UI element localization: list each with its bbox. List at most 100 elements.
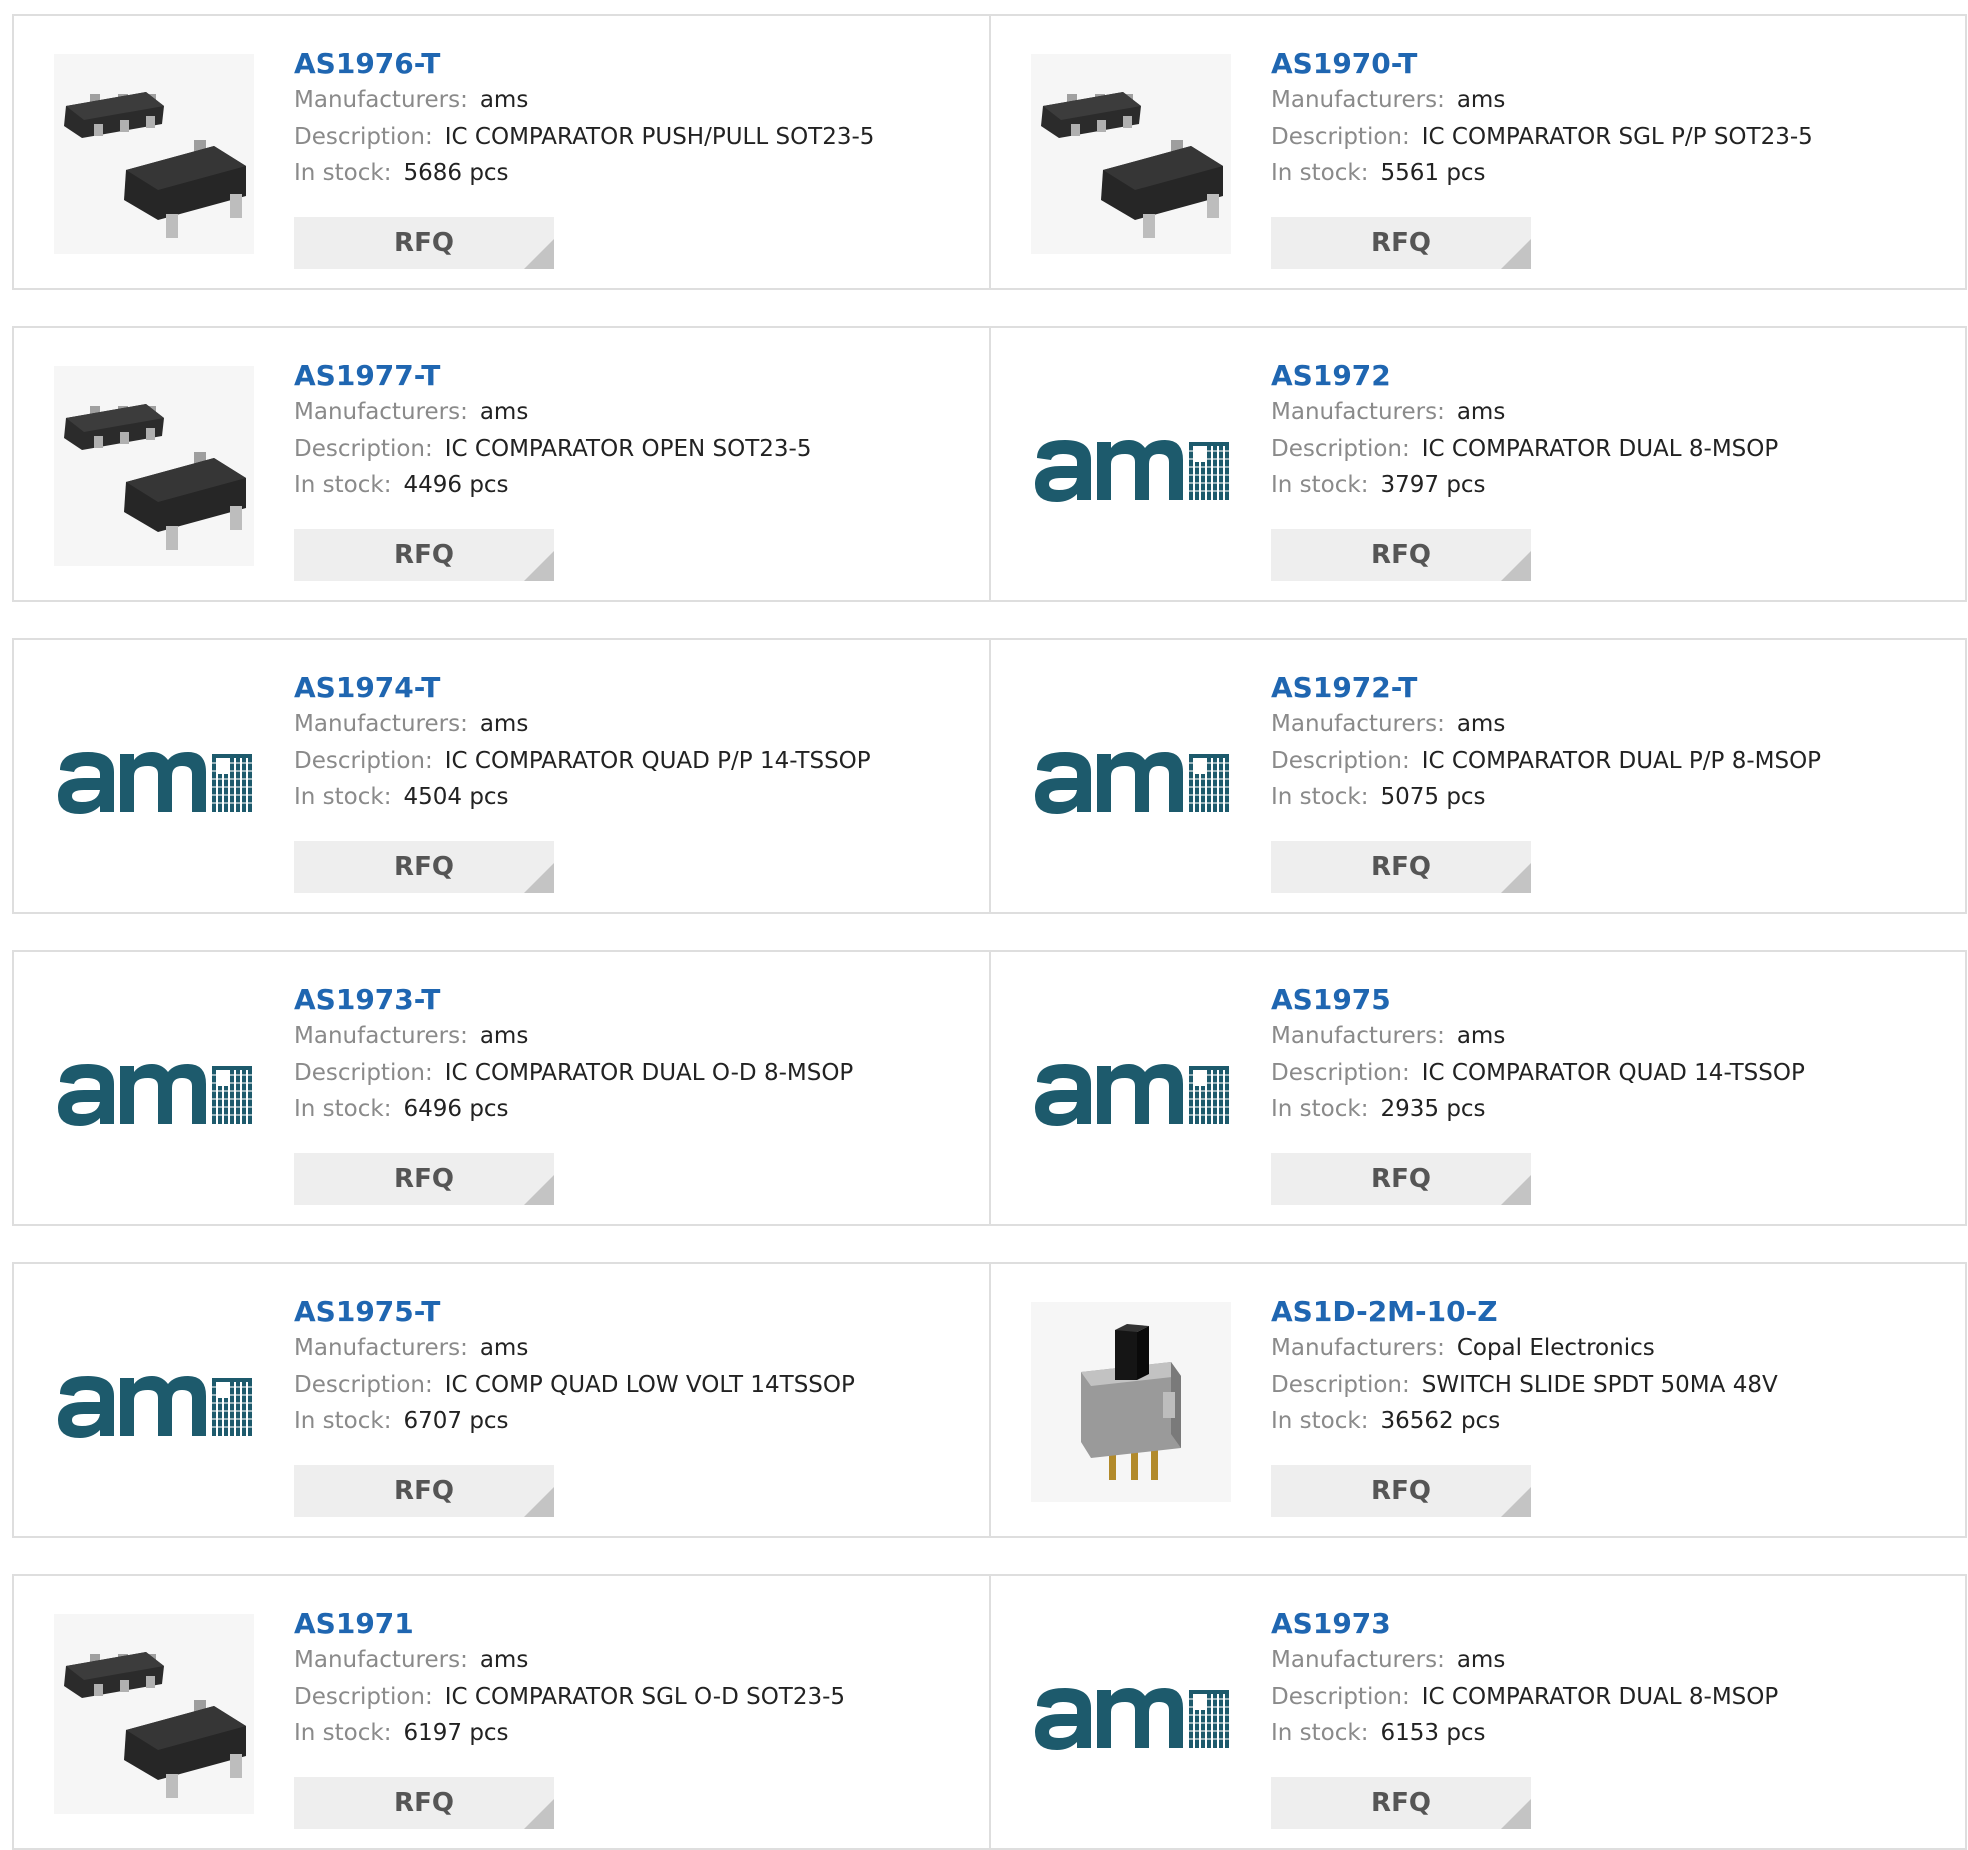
rfq-button[interactable]: RFQ	[294, 1153, 554, 1205]
manufacturer-value: ams	[479, 87, 529, 113]
manufacturer-value: ams	[1456, 711, 1506, 737]
manufacturer-row: Manufacturers: ams	[294, 1330, 979, 1367]
sot23-package-icon	[54, 54, 254, 254]
sot23-package-icon	[54, 366, 254, 566]
stock-value: 3797 pcs	[1380, 472, 1486, 498]
description-row: Description: IC COMPARATOR DUAL 8-MSOP	[1271, 431, 1955, 468]
product-card: AS1977-T Manufacturers: ams Description: I…	[12, 326, 991, 602]
part-number-link[interactable]: AS1970-T	[1271, 46, 1955, 82]
description-row: Description: IC COMPARATOR QUAD P/P 14-TS…	[294, 743, 979, 780]
manufacturer-value: ams	[479, 1023, 529, 1049]
slide-switch-icon	[1031, 1302, 1231, 1502]
part-number-link[interactable]: AS1973	[1271, 1606, 1955, 1642]
manufacturer-row: Manufacturers: ams	[1271, 1642, 1955, 1679]
manufacturer-value: ams	[1456, 1647, 1506, 1673]
rfq-button[interactable]: RFQ	[1271, 1153, 1531, 1205]
description-row: Description: IC COMPARATOR OPEN SOT23-5	[294, 431, 979, 468]
manufacturer-value: ams	[1456, 399, 1506, 425]
stock-label: In stock:	[1271, 1096, 1369, 1122]
product-image[interactable]	[1031, 366, 1231, 566]
part-number-link[interactable]: AS1975-T	[294, 1294, 979, 1330]
part-number-link[interactable]: AS1972	[1271, 358, 1955, 394]
rfq-label: RFQ	[394, 228, 454, 258]
product-image[interactable]	[54, 990, 254, 1190]
part-number-link[interactable]: AS1972-T	[1271, 670, 1955, 706]
manufacturer-value: ams	[479, 711, 529, 737]
product-image[interactable]	[1031, 1614, 1231, 1814]
description-value: IC COMPARATOR PUSH/PULL SOT23-5	[444, 123, 875, 150]
product-card: AS1D-2M-10-Z Manufacturers: Copal Electro…	[989, 1262, 1967, 1538]
description-value: IC COMPARATOR DUAL P/P 8-MSOP	[1421, 747, 1822, 774]
part-number-link[interactable]: AS1D-2M-10-Z	[1271, 1294, 1955, 1330]
stock-label: In stock:	[294, 160, 392, 186]
rfq-button[interactable]: RFQ	[1271, 841, 1531, 893]
sot23-package-icon	[54, 1614, 254, 1814]
stock-label: In stock:	[1271, 784, 1369, 810]
manufacturer-label: Manufacturers:	[294, 1647, 468, 1673]
corner-triangle-icon	[524, 551, 554, 581]
rfq-button[interactable]: RFQ	[294, 1777, 554, 1829]
manufacturer-label: Manufacturers:	[294, 711, 468, 737]
rfq-button[interactable]: RFQ	[1271, 217, 1531, 269]
stock-value: 6197 pcs	[403, 1720, 509, 1746]
product-image[interactable]	[54, 1614, 254, 1814]
stock-row: In stock: 4504 pcs	[294, 779, 979, 816]
description-row: Description: SWITCH SLIDE SPDT 50MA 48V	[1271, 1367, 1955, 1404]
product-info: AS1976-T Manufacturers: ams Description: I…	[294, 46, 979, 192]
product-image[interactable]	[54, 366, 254, 566]
stock-label: In stock:	[294, 1720, 392, 1746]
description-value: IC COMPARATOR SGL O-D SOT23-5	[444, 1683, 846, 1710]
manufacturer-label: Manufacturers:	[294, 87, 468, 113]
rfq-button[interactable]: RFQ	[1271, 1777, 1531, 1829]
product-info: AS1973 Manufacturers: ams Description: IC …	[1271, 1606, 1955, 1752]
product-card: AS1974-T Manufacturers: ams Description: I…	[12, 638, 991, 914]
product-card: AS1971 Manufacturers: ams Description: IC …	[12, 1574, 991, 1850]
product-image[interactable]	[1031, 54, 1231, 254]
product-image[interactable]	[1031, 1302, 1231, 1502]
manufacturer-row: Manufacturers: ams	[294, 1018, 979, 1055]
part-number-link[interactable]: AS1976-T	[294, 46, 979, 82]
rfq-button[interactable]: RFQ	[294, 217, 554, 269]
description-label: Description:	[294, 1683, 433, 1710]
rfq-button[interactable]: RFQ	[1271, 1465, 1531, 1517]
manufacturer-row: Manufacturers: ams	[1271, 1018, 1955, 1055]
product-card: AS1972 Manufacturers: ams Description: IC …	[989, 326, 1967, 602]
rfq-label: RFQ	[1371, 228, 1431, 258]
part-number-link[interactable]: AS1971	[294, 1606, 979, 1642]
manufacturer-row: Manufacturers: ams	[294, 1642, 979, 1679]
description-value: SWITCH SLIDE SPDT 50MA 48V	[1421, 1371, 1778, 1398]
product-image[interactable]	[54, 54, 254, 254]
corner-triangle-icon	[1501, 551, 1531, 581]
rfq-label: RFQ	[1371, 540, 1431, 570]
stock-value: 6153 pcs	[1380, 1720, 1486, 1746]
product-info: AS1977-T Manufacturers: ams Description: I…	[294, 358, 979, 504]
product-info: AS1975-T Manufacturers: ams Description: I…	[294, 1294, 979, 1440]
product-card: AS1975 Manufacturers: ams Description: IC …	[989, 950, 1967, 1226]
rfq-button[interactable]: RFQ	[294, 529, 554, 581]
description-label: Description:	[1271, 123, 1410, 150]
stock-value: 6496 pcs	[403, 1096, 509, 1122]
part-number-link[interactable]: AS1974-T	[294, 670, 979, 706]
manufacturer-label: Manufacturers:	[1271, 711, 1445, 737]
manufacturer-label: Manufacturers:	[1271, 399, 1445, 425]
rfq-button[interactable]: RFQ	[294, 841, 554, 893]
description-label: Description:	[294, 1059, 433, 1086]
part-number-link[interactable]: AS1977-T	[294, 358, 979, 394]
description-label: Description:	[1271, 1683, 1410, 1710]
stock-label: In stock:	[294, 1096, 392, 1122]
manufacturer-label: Manufacturers:	[1271, 87, 1445, 113]
part-number-link[interactable]: AS1975	[1271, 982, 1955, 1018]
product-image[interactable]	[54, 1302, 254, 1502]
rfq-button[interactable]: RFQ	[294, 1465, 554, 1517]
product-image[interactable]	[1031, 990, 1231, 1190]
product-image[interactable]	[1031, 678, 1231, 878]
stock-label: In stock:	[1271, 1408, 1369, 1434]
part-number-link[interactable]: AS1973-T	[294, 982, 979, 1018]
manufacturer-value: ams	[479, 399, 529, 425]
manufacturer-value: Copal Electronics	[1456, 1335, 1655, 1361]
rfq-button[interactable]: RFQ	[1271, 529, 1531, 581]
description-row: Description: IC COMPARATOR DUAL O-D 8-MSO…	[294, 1055, 979, 1092]
description-label: Description:	[294, 747, 433, 774]
product-image[interactable]	[54, 678, 254, 878]
stock-row: In stock: 6153 pcs	[1271, 1715, 1955, 1752]
